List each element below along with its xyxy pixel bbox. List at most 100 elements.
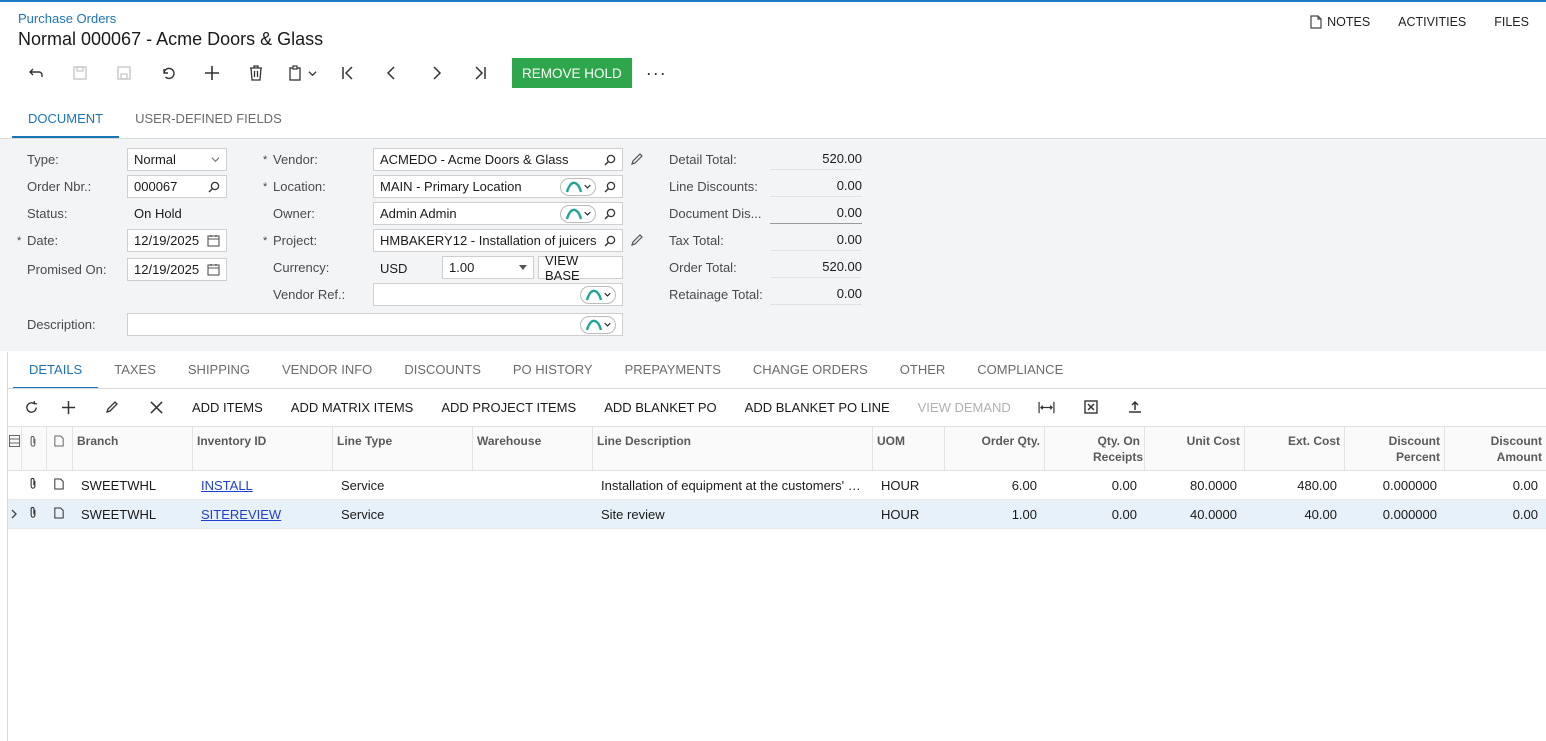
add-items-button[interactable]: ADD ITEMS — [178, 400, 277, 415]
first-record-button[interactable] — [326, 58, 370, 88]
column-header-warehouse[interactable]: Warehouse — [473, 427, 593, 470]
tab-user-defined-fields[interactable]: USER-DEFINED FIELDS — [119, 104, 298, 138]
attachment-cell[interactable] — [22, 477, 47, 493]
delete-row-button[interactable] — [134, 400, 178, 414]
column-header-ext-cost[interactable]: Ext. Cost — [1245, 427, 1345, 470]
cell-discount-amount[interactable]: 0.00 — [1445, 478, 1546, 493]
cell-discount-percent[interactable]: 0.000000 — [1345, 507, 1445, 522]
column-header-discount-percent[interactable]: Discount Percent — [1345, 427, 1445, 470]
cancel-button[interactable] — [146, 58, 190, 88]
cell-branch[interactable]: SWEETWHL — [73, 507, 193, 522]
tab-change-orders[interactable]: CHANGE ORDERS — [737, 354, 884, 389]
row-selector[interactable] — [8, 507, 22, 522]
inventory-link[interactable]: SITEREVIEW — [201, 507, 281, 522]
vendor-input[interactable]: ACMEDO - Acme Doors & Glass — [373, 148, 623, 171]
next-record-button[interactable] — [414, 58, 458, 88]
note-cell[interactable] — [47, 507, 73, 522]
tab-po-history[interactable]: PO HISTORY — [497, 354, 609, 389]
vendor-ref-input[interactable] — [373, 283, 623, 306]
document-discount-value[interactable]: 0.00 — [770, 204, 862, 224]
date-input[interactable]: 12/19/2025 — [127, 229, 227, 252]
cell-discount-amount[interactable]: 0.00 — [1445, 507, 1546, 522]
cell-ext-cost[interactable]: 480.00 — [1245, 478, 1345, 493]
add-button[interactable] — [190, 58, 234, 88]
owner-input[interactable]: Admin Admin — [373, 202, 623, 225]
add-blanket-po-line-button[interactable]: ADD BLANKET PO LINE — [731, 400, 904, 415]
tab-taxes[interactable]: TAXES — [98, 354, 172, 389]
cell-uom[interactable]: HOUR — [873, 478, 945, 493]
ai-assist-button[interactable] — [580, 285, 616, 304]
column-header-order-qty[interactable]: Order Qty. — [945, 427, 1045, 470]
tab-discounts[interactable]: DISCOUNTS — [388, 354, 497, 389]
promised-on-input[interactable]: 12/19/2025 — [127, 258, 227, 281]
cell-line-description[interactable]: Site review — [593, 507, 873, 522]
prev-record-button[interactable] — [370, 58, 414, 88]
order-nbr-input[interactable]: 000067 — [127, 175, 227, 198]
delete-button[interactable] — [234, 58, 278, 88]
ai-assist-button[interactable] — [580, 315, 616, 334]
note-cell[interactable] — [47, 478, 73, 493]
cell-unit-cost[interactable]: 80.0000 — [1145, 478, 1245, 493]
save-button[interactable] — [102, 58, 146, 88]
cell-branch[interactable]: SWEETWHL — [73, 478, 193, 493]
location-input[interactable]: MAIN - Primary Location — [373, 175, 623, 198]
column-header-branch[interactable]: Branch — [73, 427, 193, 470]
tab-compliance[interactable]: COMPLIANCE — [961, 354, 1079, 389]
files-link[interactable]: FILES — [1494, 15, 1529, 29]
column-header-inventory-id[interactable]: Inventory ID — [193, 427, 333, 470]
cell-unit-cost[interactable]: 40.0000 — [1145, 507, 1245, 522]
back-button[interactable] — [14, 58, 58, 88]
cell-inventory-id[interactable]: SITEREVIEW — [193, 507, 333, 522]
view-demand-button[interactable]: VIEW DEMAND — [904, 400, 1025, 415]
activities-link[interactable]: ACTIVITIES — [1398, 15, 1466, 29]
column-header-uom[interactable]: UOM — [873, 427, 945, 470]
export-excel-button[interactable] — [1069, 400, 1113, 414]
cell-line-description[interactable]: Installation of equipment at the custome… — [593, 478, 873, 493]
remove-hold-button[interactable]: REMOVE HOLD — [512, 58, 632, 88]
fit-columns-button[interactable] — [1025, 401, 1069, 414]
view-base-button[interactable]: VIEW BASE — [538, 253, 623, 283]
column-header-qty-on-receipts[interactable]: Qty. On Receipts — [1045, 427, 1145, 470]
tab-other[interactable]: OTHER — [884, 354, 962, 389]
edit-vendor-button[interactable] — [630, 152, 644, 169]
currency-rate-select[interactable]: 1.00 — [442, 256, 534, 279]
table-row[interactable]: SWEETWHL INSTALL Service Installation of… — [8, 471, 1546, 500]
cell-uom[interactable]: HOUR — [873, 507, 945, 522]
upload-button[interactable] — [1113, 400, 1157, 414]
cell-line-type[interactable]: Service — [333, 478, 473, 493]
tab-document[interactable]: DOCUMENT — [12, 104, 120, 138]
notes-link[interactable]: NOTES — [1310, 15, 1370, 29]
add-row-button[interactable] — [46, 400, 90, 415]
project-input[interactable]: HMBAKERY12 - Installation of juicers — [373, 229, 623, 252]
cell-discount-percent[interactable]: 0.000000 — [1345, 478, 1445, 493]
tab-shipping[interactable]: SHIPPING — [172, 354, 266, 389]
type-select[interactable]: Normal — [127, 148, 227, 171]
edit-row-button[interactable] — [90, 400, 134, 414]
description-input[interactable] — [127, 313, 623, 336]
column-header-line-type[interactable]: Line Type — [333, 427, 473, 470]
breadcrumb[interactable]: Purchase Orders — [18, 11, 116, 26]
add-matrix-items-button[interactable]: ADD MATRIX ITEMS — [277, 400, 428, 415]
cell-line-type[interactable]: Service — [333, 507, 473, 522]
add-blanket-po-button[interactable]: ADD BLANKET PO — [590, 400, 730, 415]
cell-order-qty[interactable]: 1.00 — [945, 507, 1045, 522]
column-header-discount-amount[interactable]: Discount Amount — [1445, 427, 1546, 470]
tab-prepayments[interactable]: PREPAYMENTS — [609, 354, 737, 389]
save-close-button[interactable] — [58, 58, 102, 88]
last-record-button[interactable] — [458, 58, 502, 88]
refresh-button[interactable] — [16, 400, 46, 415]
inventory-link[interactable]: INSTALL — [201, 478, 253, 493]
cell-qty-on-receipts[interactable]: 0.00 — [1045, 478, 1145, 493]
more-actions-button[interactable]: ··· — [646, 63, 667, 84]
cell-qty-on-receipts[interactable]: 0.00 — [1045, 507, 1145, 522]
copy-paste-button[interactable] — [278, 58, 326, 88]
table-row[interactable]: SWEETWHL SITEREVIEW Service Site review … — [8, 500, 1546, 529]
tab-details[interactable]: DETAILS — [13, 354, 99, 389]
column-header-line-description[interactable]: Line Description — [593, 427, 873, 470]
cell-ext-cost[interactable]: 40.00 — [1245, 507, 1345, 522]
ai-assist-button[interactable] — [560, 177, 596, 196]
cell-inventory-id[interactable]: INSTALL — [193, 478, 333, 493]
cell-order-qty[interactable]: 6.00 — [945, 478, 1045, 493]
tab-vendor-info[interactable]: VENDOR INFO — [266, 354, 388, 389]
edit-project-button[interactable] — [630, 233, 644, 250]
